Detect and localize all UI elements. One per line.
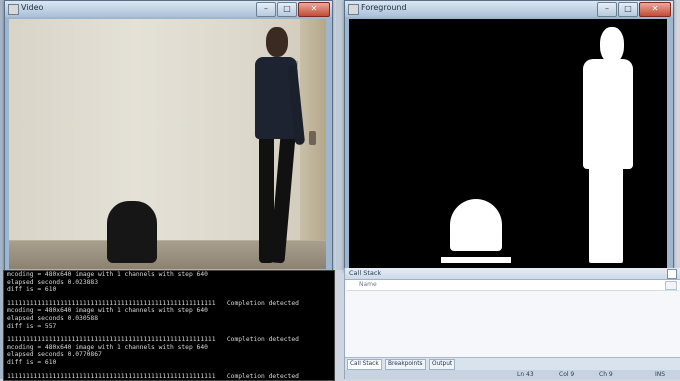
column-name: Name — [359, 281, 377, 288]
window-icon — [348, 4, 359, 15]
tab-output[interactable]: Output — [429, 359, 456, 370]
mask-person-body — [583, 59, 633, 169]
column-menu-icon[interactable] — [665, 281, 677, 290]
status-bar: Ln 43 Col 9 Ch 9 INS — [345, 370, 680, 379]
console-line: elapsed seconds 0.023883 — [7, 278, 98, 286]
maximize-icon[interactable]: □ — [277, 2, 297, 17]
minimize-icon[interactable]: – — [256, 2, 276, 17]
close-icon[interactable]: ✕ — [639, 2, 671, 17]
status-mode: INS — [655, 371, 666, 378]
tab-breakpoints[interactable]: Breakpoints — [385, 359, 426, 370]
status-column: Col 9 — [559, 371, 575, 378]
mask-person-head — [600, 27, 624, 63]
foreground-window[interactable]: Foreground – □ ✕ — [344, 0, 674, 272]
panel-header: Call Stack — [345, 268, 680, 280]
foreground-titlebar[interactable]: Foreground – □ ✕ — [345, 1, 673, 17]
close-icon[interactable]: ✕ — [298, 2, 330, 17]
foreground-mask — [349, 19, 667, 269]
console-line: diff is = 557 — [7, 322, 57, 330]
mask-person-legs — [589, 159, 623, 263]
window-icon — [8, 4, 19, 15]
console-output[interactable]: mcoding = 480x640 image with 1 channels … — [3, 270, 335, 381]
video-window-title: Video — [21, 3, 44, 12]
pin-icon[interactable] — [667, 269, 677, 279]
console-line: mcoding = 480x640 image with 1 channels … — [7, 343, 208, 351]
camera-frame — [9, 19, 326, 269]
console-line: diff is = 610 — [7, 286, 57, 294]
tab-call-stack[interactable]: Call Stack — [347, 359, 382, 370]
caption-buttons: – □ ✕ — [256, 2, 330, 17]
backpack — [107, 201, 157, 263]
mask-floor-noise — [441, 257, 511, 263]
console-line: diff is = 610 — [7, 358, 57, 366]
desktop-gap — [336, 0, 344, 270]
console-line: elapsed seconds 0.030588 — [7, 314, 98, 322]
foreground-window-title: Foreground — [361, 3, 407, 12]
console-line: 1111111111111111111111111111111111111111… — [7, 299, 299, 307]
video-window[interactable]: Video – □ ✕ — [4, 0, 333, 272]
minimize-icon[interactable]: – — [597, 2, 617, 17]
column-header[interactable]: Name — [347, 280, 679, 291]
mask-backpack — [450, 199, 502, 251]
status-char: Ch 9 — [599, 371, 613, 378]
console-line: mcoding = 480x640 image with 1 channels … — [7, 307, 208, 315]
panel-tabs: Call Stack Breakpoints Output — [345, 357, 680, 370]
console-line: 1111111111111111111111111111111111111111… — [7, 336, 299, 344]
person-head — [266, 27, 288, 57]
video-titlebar[interactable]: Video – □ ✕ — [5, 1, 332, 17]
console-line: elapsed seconds 0.0770867 — [7, 351, 102, 359]
maximize-icon[interactable]: □ — [618, 2, 638, 17]
status-line: Ln 43 — [517, 371, 534, 378]
person — [247, 25, 311, 265]
caption-buttons: – □ ✕ — [597, 2, 671, 17]
panel-title: Call Stack — [349, 269, 382, 277]
ide-call-stack-panel[interactable]: Call Stack Name Call Stack Breakpoints O… — [344, 268, 680, 379]
console-line: mcoding = 480x640 image with 1 channels … — [7, 271, 208, 278]
